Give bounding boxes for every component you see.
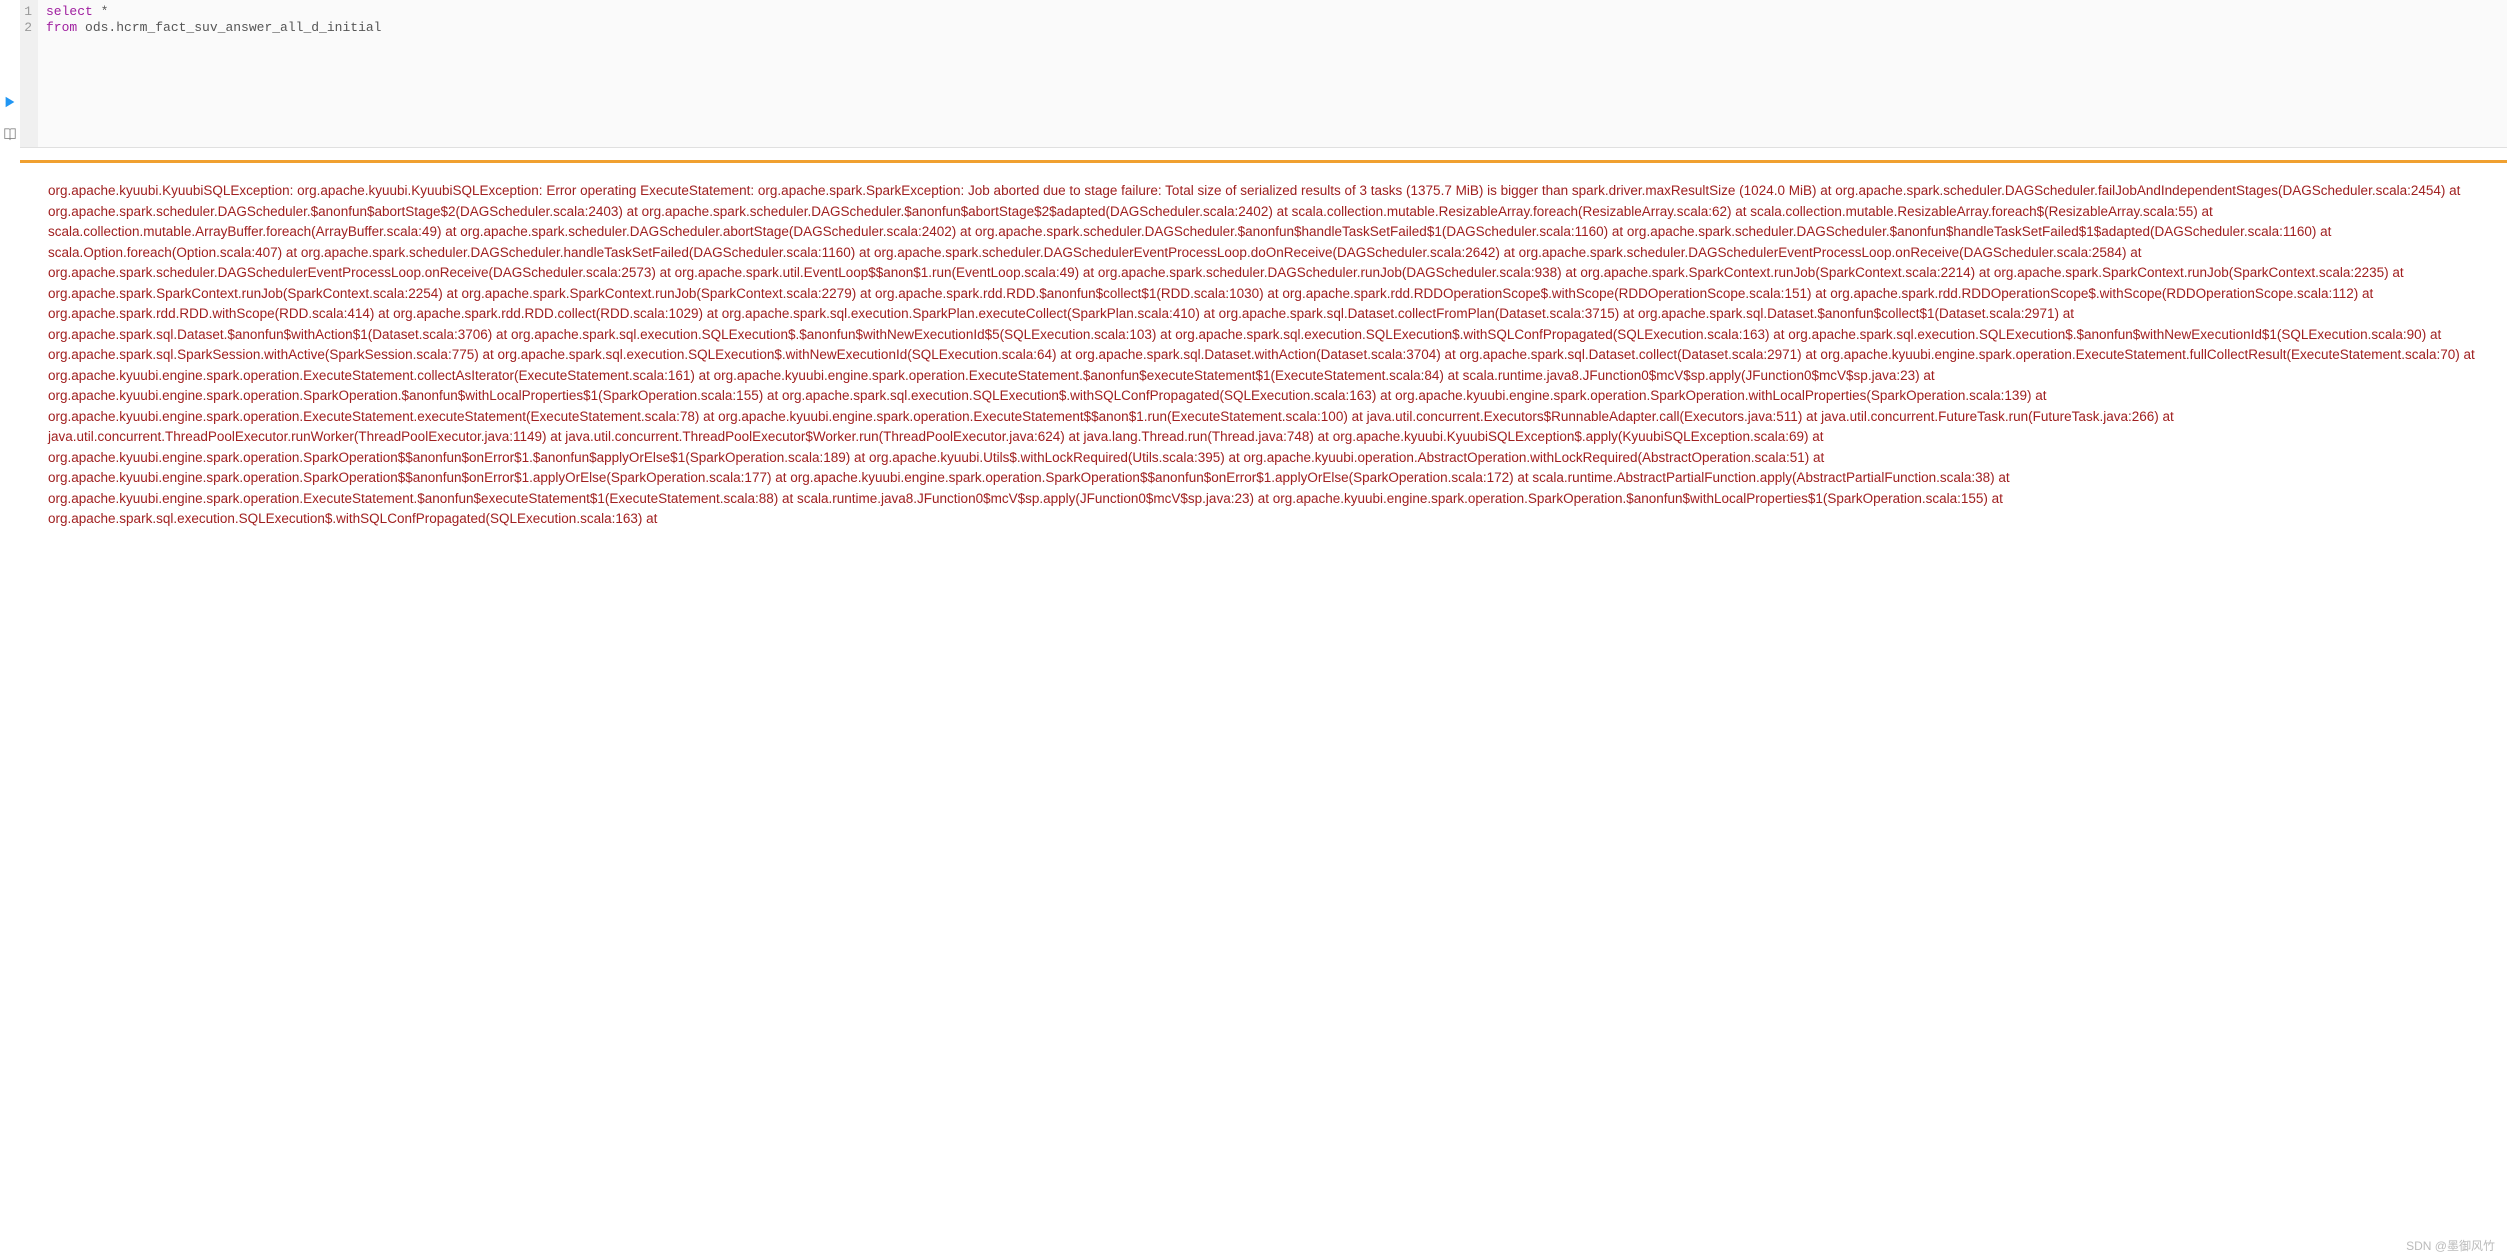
line-number: 1 — [24, 4, 32, 20]
code-content[interactable]: select * from ods.hcrm_fact_suv_answer_a… — [38, 0, 2507, 147]
sql-keyword: select — [46, 4, 93, 19]
app-container: 1 2 select * from ods.hcrm_fact_suv_answ… — [0, 0, 2507, 540]
watermark: SDN @墨御风竹 — [2406, 1237, 2495, 1254]
sql-keyword: from — [46, 20, 77, 35]
sql-text: ods.hcrm_fact_suv_answer_all_d_initial — [77, 20, 381, 35]
main-area: 1 2 select * from ods.hcrm_fact_suv_answ… — [20, 0, 2507, 540]
left-gutter — [0, 0, 20, 540]
sql-text: * — [93, 4, 109, 19]
run-icon[interactable] — [3, 95, 17, 109]
line-number: 2 — [24, 20, 32, 36]
line-number-gutter: 1 2 — [20, 0, 38, 147]
error-stacktrace[interactable]: org.apache.kyuubi.KyuubiSQLException: or… — [48, 181, 2479, 530]
error-panel: org.apache.kyuubi.KyuubiSQLException: or… — [20, 160, 2507, 540]
sql-editor[interactable]: 1 2 select * from ods.hcrm_fact_suv_answ… — [20, 0, 2507, 148]
book-icon[interactable] — [3, 127, 17, 141]
